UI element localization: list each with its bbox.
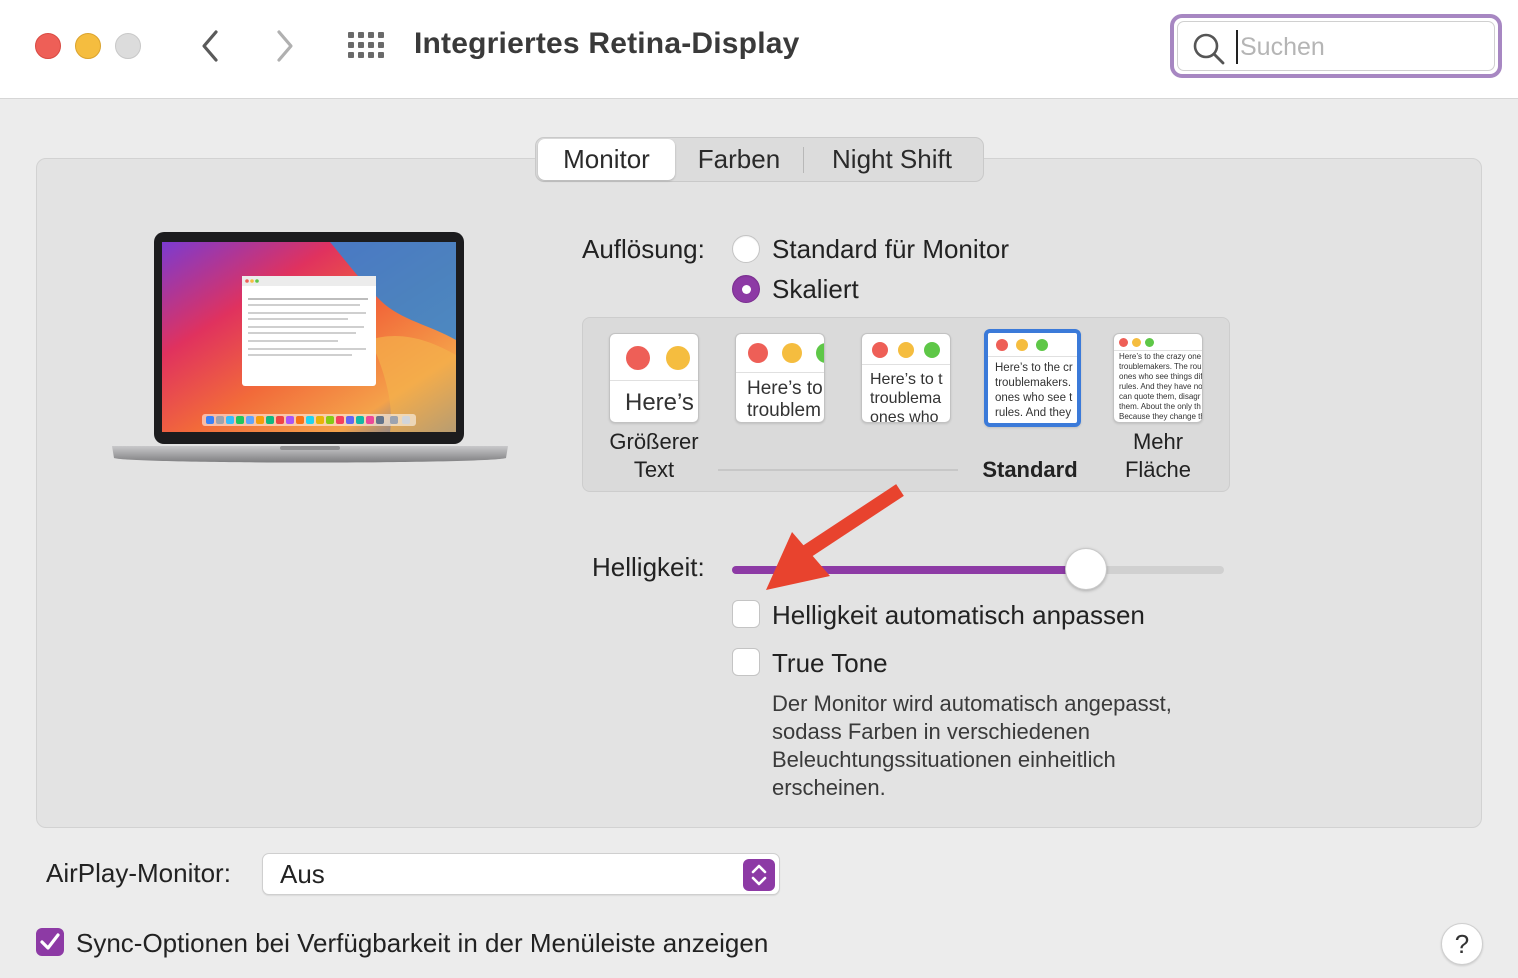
preview-divider (610, 380, 698, 381)
scale-option-more-space[interactable]: Here’s to the crazy one troublemakers. T… (1113, 333, 1203, 423)
true-tone-label[interactable]: True Tone (772, 648, 888, 679)
scale-preview-text: Here’s to troublem (747, 378, 823, 421)
tab-night-shift[interactable]: Night Shift (804, 139, 980, 180)
scale-preview-text: Here’s to t troublema ones who (870, 371, 943, 423)
brightness-slider-knob[interactable] (1065, 548, 1108, 590)
airplay-popup[interactable]: Aus (262, 853, 780, 895)
airplay-label: AirPlay-Monitor: (46, 858, 231, 888)
preview-divider (988, 356, 1077, 357)
scale-option-standard[interactable]: Here’s to the cr troublemakers. ones who… (984, 329, 1081, 427)
chevron-right-icon (277, 30, 293, 62)
preview-yellow-dot (666, 346, 690, 370)
zoom-window-button[interactable] (115, 33, 141, 59)
scale-preview-text: Here’s to the crazy one troublemakers. T… (1119, 352, 1203, 421)
minimize-window-button[interactable] (75, 33, 101, 59)
scale-preview-text: Here’s (625, 389, 694, 416)
preview-green-dot (1036, 339, 1048, 351)
updown-chevron-icon (751, 864, 767, 886)
radio-standard-for-monitor[interactable] (732, 235, 760, 263)
true-tone-checkbox[interactable] (732, 648, 760, 676)
preview-red-dot (748, 343, 768, 363)
resolution-label: Auflösung: (582, 234, 705, 264)
search-field[interactable] (1170, 14, 1502, 78)
search-input[interactable] (1236, 30, 1486, 64)
scale-option-3[interactable]: Here’s to t troublema ones who (861, 333, 951, 423)
annotation-arrow-icon (766, 484, 904, 590)
preview-yellow-dot (1132, 338, 1141, 347)
sync-options-checkbox[interactable] (36, 928, 64, 956)
sync-options-label[interactable]: Sync-Optionen bei Verfügbarkeit in der M… (76, 928, 768, 959)
preview-yellow-dot (1016, 339, 1028, 351)
help-button[interactable]: ? (1441, 923, 1483, 965)
checkmark-icon (40, 933, 60, 950)
radio-standard-for-monitor-label[interactable]: Standard für Monitor (772, 234, 1009, 265)
close-window-button[interactable] (35, 33, 61, 59)
window-title: Integriertes Retina-Display (414, 27, 800, 60)
preview-divider (1114, 350, 1202, 351)
auto-brightness-checkbox[interactable] (732, 600, 760, 628)
preview-yellow-dot (782, 343, 802, 363)
back-button[interactable] (190, 26, 230, 66)
scale-caption-larger-text: Größerer Text (609, 429, 699, 482)
true-tone-description: Der Monitor wird automatisch angepasst, … (772, 691, 1172, 800)
preview-divider (736, 372, 824, 373)
preview-divider (862, 364, 950, 365)
scale-caption-more-space: Mehr Fläche (1124, 429, 1192, 482)
preview-red-dot (872, 342, 888, 358)
auto-brightness-label[interactable]: Helligkeit automatisch anpassen (772, 600, 1145, 631)
scale-preview-text: Here’s to the cr troublemakers. ones who… (995, 362, 1073, 419)
radio-scaled[interactable] (732, 275, 760, 303)
forward-button[interactable] (265, 26, 305, 66)
show-all-button[interactable] (346, 30, 386, 62)
radio-scaled-label[interactable]: Skaliert (772, 274, 859, 305)
preview-green-dot (1145, 338, 1154, 347)
preview-green-dot (816, 343, 824, 363)
tab-farben[interactable]: Farben (675, 139, 803, 180)
preview-green-dot (924, 342, 940, 358)
preview-red-dot (996, 339, 1008, 351)
tab-bar: Monitor Farben Night Shift (535, 137, 984, 182)
search-icon (1193, 33, 1225, 65)
airplay-value: Aus (280, 859, 325, 889)
preview-red-dot (1119, 338, 1128, 347)
scale-option-larger-text[interactable]: Here’s (609, 333, 699, 423)
preview-yellow-dot (898, 342, 914, 358)
scale-option-2[interactable]: Here’s to troublem (735, 333, 825, 423)
tab-monitor[interactable]: Monitor (538, 139, 675, 180)
window-titlebar: Integriertes Retina-Display (0, 0, 1518, 99)
chevron-left-icon (202, 30, 218, 62)
scale-track (718, 469, 958, 471)
scale-caption-standard: Standard (982, 457, 1078, 482)
brightness-label: Helligkeit: (592, 552, 705, 582)
laptop-illustration (112, 232, 508, 463)
preview-red-dot (626, 346, 650, 370)
popup-stepper (743, 859, 775, 891)
